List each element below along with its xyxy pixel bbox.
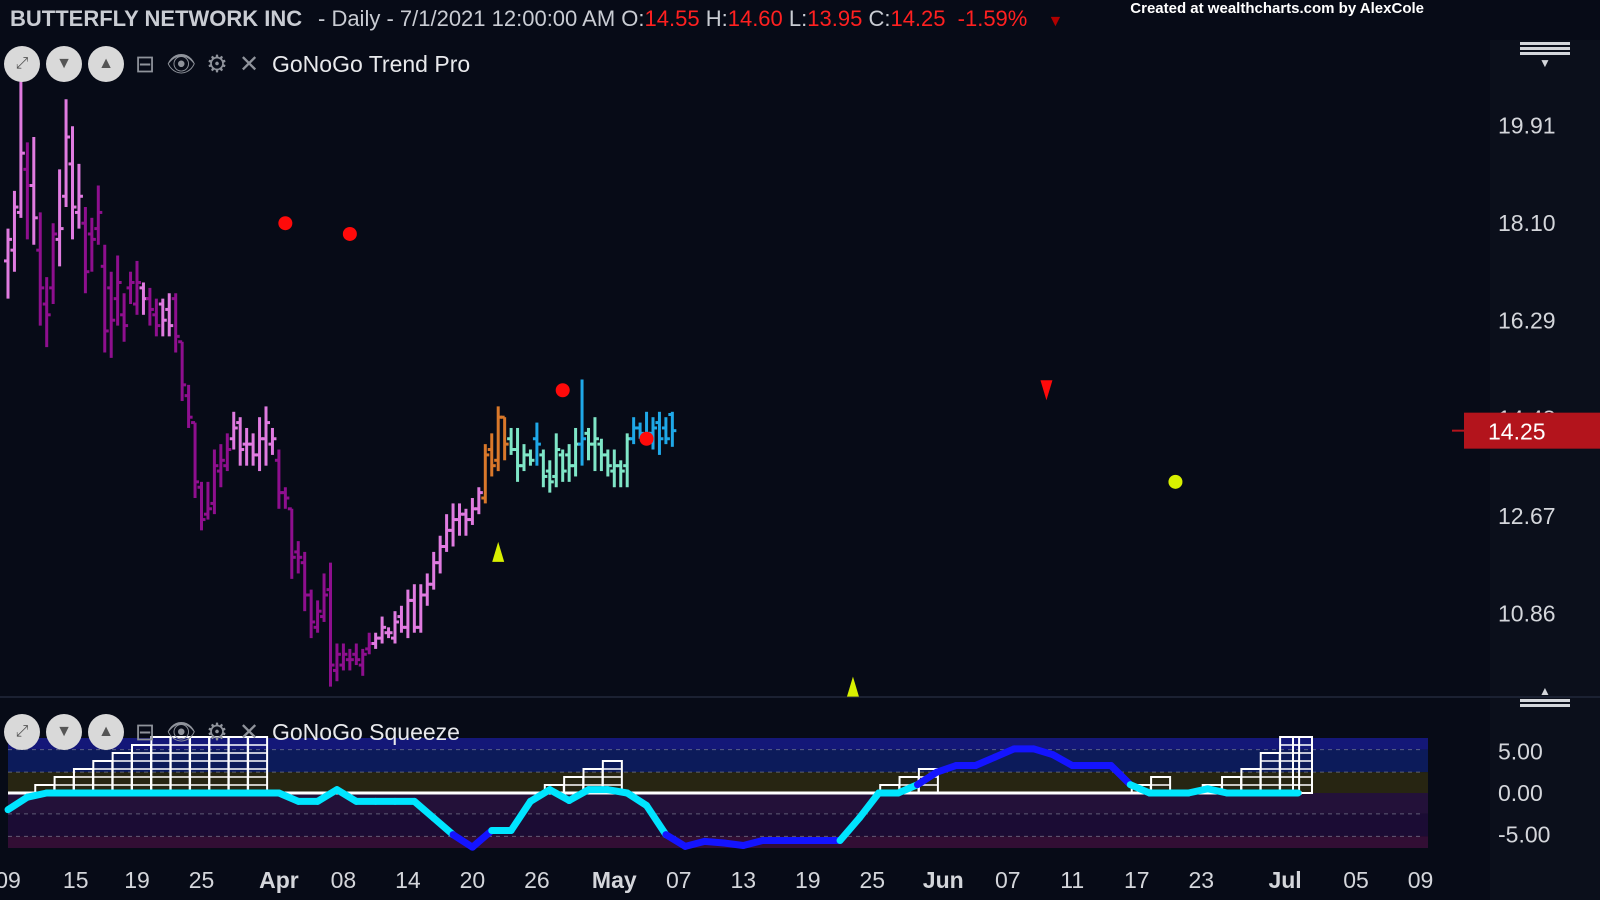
move-panel-up-button[interactable]: ▲ — [88, 714, 124, 750]
squeeze-panel-title: GoNoGo Squeeze — [272, 718, 460, 745]
squeeze-band-4 — [8, 813, 1428, 837]
x-axis-tick-14: Jun — [923, 867, 964, 893]
price-axis-tick-5: 10.86 — [1498, 600, 1556, 626]
price-panel-title: GoNoGo Trend Pro — [272, 50, 471, 77]
price-axis-menu-icon[interactable]: ▼ — [1520, 40, 1570, 69]
x-axis-tick-2: 19 — [124, 867, 150, 893]
nogo-triangle-marker-6 — [1040, 380, 1053, 401]
chart-canvas: 19.9118.1016.2914.4812.6710.8614.255.000… — [0, 77, 1600, 893]
x-axis-tick-21: 09 — [1408, 867, 1434, 893]
squeeze-axis-tick-1: 0.00 — [1498, 780, 1543, 806]
x-axis-tick-11: 13 — [731, 867, 757, 893]
signal-dot-0 — [278, 216, 293, 231]
x-axis-tick-7: 20 — [460, 867, 486, 893]
price-axis-tick-0: 19.91 — [1498, 113, 1556, 139]
signal-dot-2 — [555, 383, 570, 398]
x-axis-tick-17: 17 — [1124, 867, 1150, 893]
move-panel-down-button[interactable]: ▼ — [46, 46, 82, 82]
close-icon[interactable]: ✕ — [234, 50, 264, 79]
eye-icon[interactable]: 👁 — [166, 50, 196, 79]
move-panel-down-button[interactable]: ▼ — [46, 714, 82, 750]
price-axis-tick-1: 18.10 — [1498, 210, 1556, 236]
x-axis-tick-19: Jul — [1268, 867, 1301, 893]
x-axis-tick-16: 11 — [1060, 867, 1084, 893]
price-panel-toolbar: ⤢ ▼ ▲ ⊟ 👁 ⚙ ✕ GoNoGo Trend Pro — [4, 44, 470, 84]
x-axis-tick-6: 14 — [395, 867, 421, 893]
go-triangle-marker-4 — [492, 541, 505, 562]
collapse-icon[interactable]: ⊟ — [130, 718, 160, 747]
x-axis-tick-8: 26 — [524, 867, 550, 893]
signal-dot-7 — [1168, 474, 1183, 489]
go-triangle-marker-5 — [846, 676, 859, 697]
x-axis-tick-3: 25 — [189, 867, 215, 893]
signal-dot-1 — [342, 226, 357, 241]
gear-icon[interactable]: ⚙ — [202, 50, 232, 79]
x-axis-tick-18: 23 — [1188, 867, 1214, 893]
move-panel-up-button[interactable]: ▲ — [88, 46, 124, 82]
squeeze-axis-tick-0: 5.00 — [1498, 738, 1543, 764]
x-axis-tick-0: 09 — [0, 867, 21, 893]
x-axis-tick-9: May — [592, 867, 637, 893]
x-axis-tick-12: 19 — [795, 867, 821, 893]
maximize-panel-button[interactable]: ⤢ — [4, 714, 40, 750]
signal-dot-3 — [639, 431, 654, 446]
collapse-icon[interactable]: ⊟ — [130, 50, 160, 79]
x-axis-tick-5: 08 — [331, 867, 357, 893]
x-axis-tick-20: 05 — [1343, 867, 1369, 893]
x-axis-tick-13: 25 — [860, 867, 886, 893]
squeeze-axis-tick-2: -5.00 — [1498, 822, 1550, 848]
eye-icon[interactable]: 👁 — [166, 718, 196, 747]
current-price-label: 14.25 — [1488, 419, 1546, 445]
x-axis-tick-4: Apr — [259, 867, 299, 893]
price-axis-tick-4: 12.67 — [1498, 503, 1556, 529]
squeeze-axis-menu-icon[interactable]: ▲ — [1520, 685, 1570, 709]
squeeze-panel-toolbar: ⤢ ▼ ▲ ⊟ 👁 ⚙ ✕ GoNoGo Squeeze — [4, 712, 460, 752]
x-axis-tick-1: 15 — [63, 867, 89, 893]
x-axis-tick-10: 07 — [666, 867, 692, 893]
gear-icon[interactable]: ⚙ — [202, 718, 232, 747]
x-axis-tick-15: 07 — [995, 867, 1021, 893]
price-axis-tick-2: 16.29 — [1498, 308, 1556, 334]
close-icon[interactable]: ✕ — [234, 718, 264, 747]
maximize-panel-button[interactable]: ⤢ — [4, 46, 40, 82]
